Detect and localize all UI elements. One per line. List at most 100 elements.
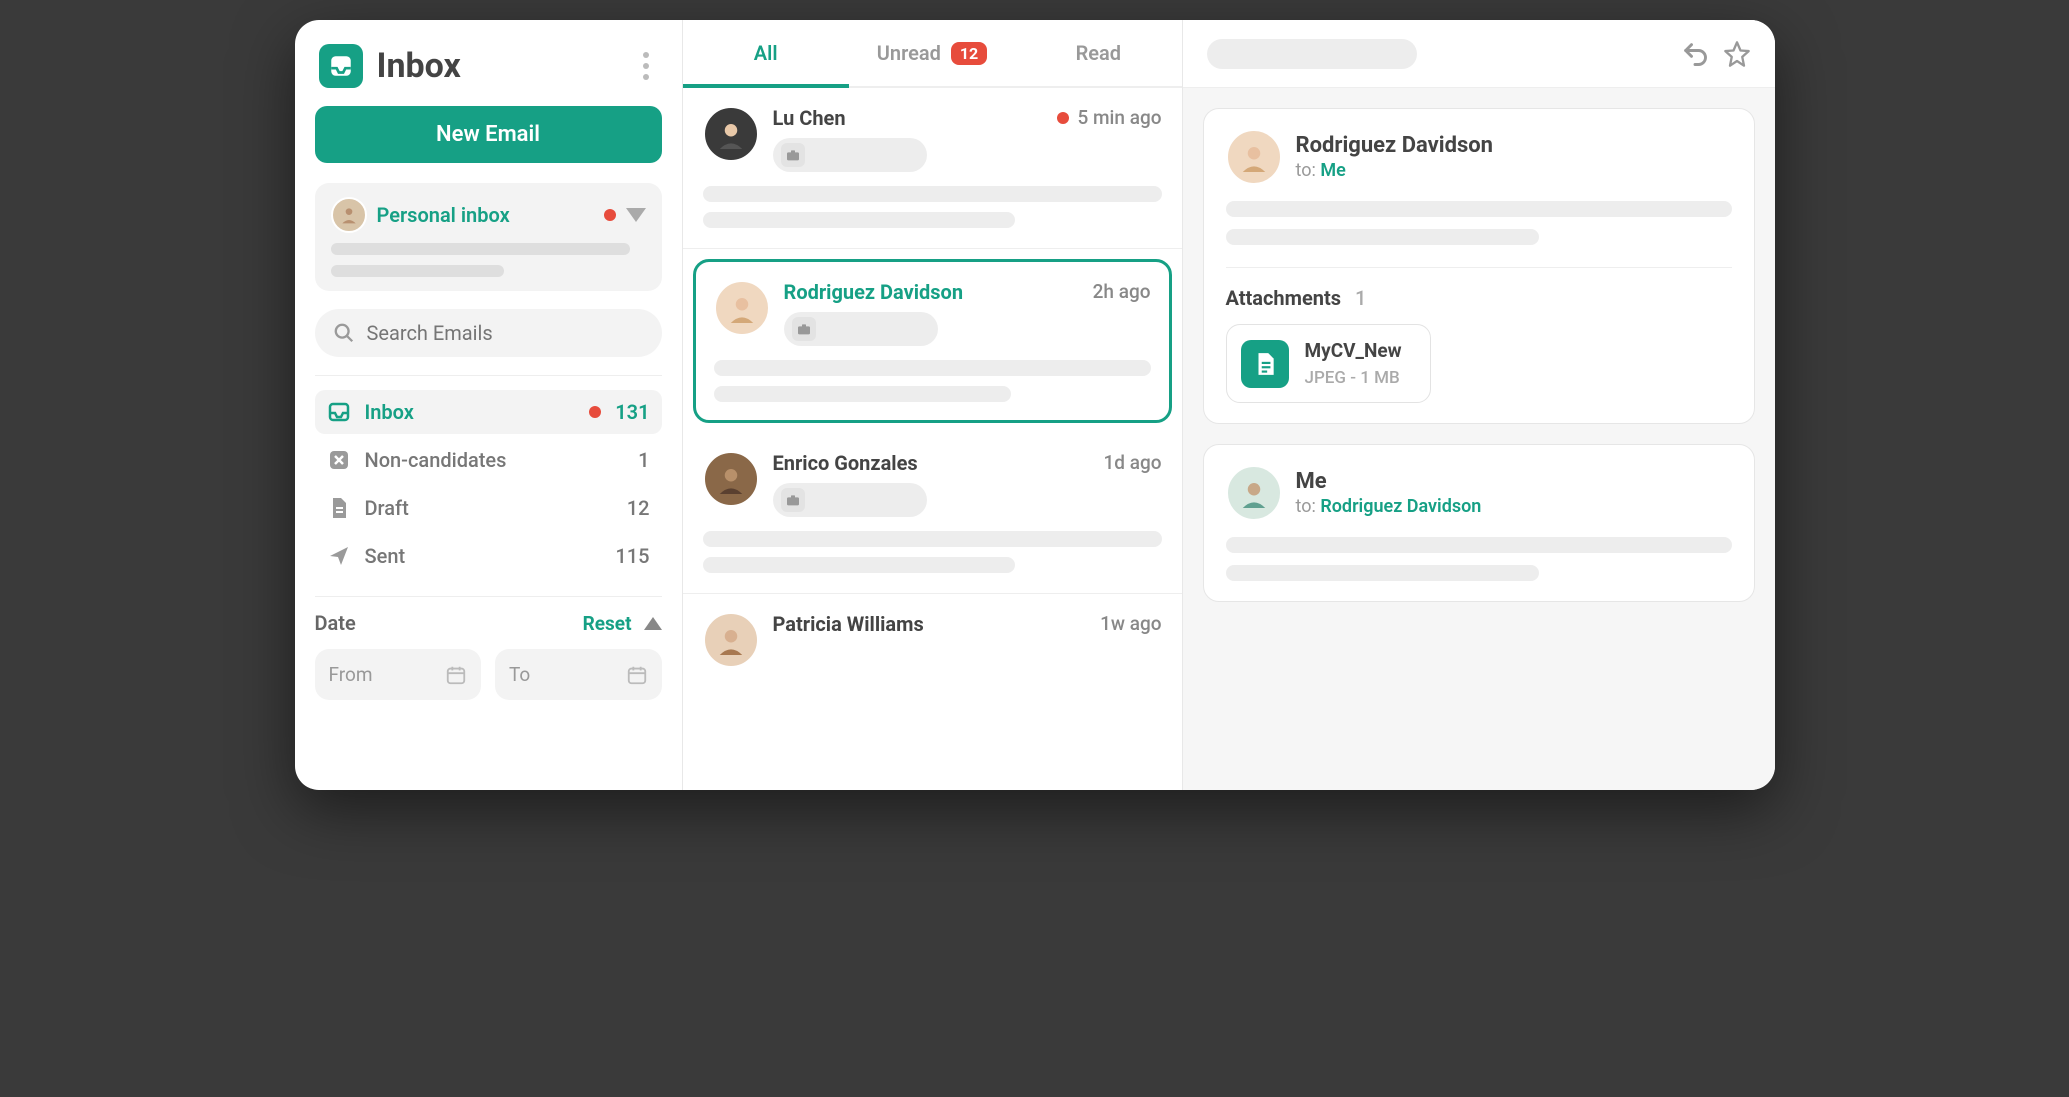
email-preview — [703, 186, 1162, 228]
date-from-input[interactable]: From — [315, 649, 482, 700]
folder-sent[interactable]: Sent 115 — [315, 534, 662, 578]
star-icon[interactable] — [1723, 40, 1751, 68]
unread-dot — [1057, 112, 1069, 124]
email-item[interactable]: Lu Chen 5 min ago — [683, 88, 1182, 249]
new-email-button[interactable]: New Email — [315, 106, 662, 163]
account-unread-dot — [604, 209, 616, 221]
email-tag — [784, 312, 938, 346]
unread-badge: 12 — [951, 42, 987, 65]
sender-name: Rodriguez Davidson — [784, 280, 1079, 304]
message-body — [1226, 201, 1732, 245]
sender-avatar — [714, 280, 770, 336]
folder-count: 12 — [627, 496, 650, 520]
divider — [1226, 267, 1732, 268]
search-box[interactable] — [315, 309, 662, 357]
x-box-icon — [327, 448, 351, 472]
account-selector[interactable]: Personal inbox — [315, 183, 662, 291]
sender-avatar — [703, 106, 759, 162]
placeholder-line — [824, 324, 924, 334]
send-icon — [327, 544, 351, 568]
attachments-count: 1 — [1355, 286, 1366, 310]
email-time: 5 min ago — [1057, 106, 1161, 129]
folder-list: Inbox 131 Non-candidates 1 Draft 12 Sent — [315, 390, 662, 578]
attachment-card[interactable]: MyCV_New JPEG - 1 MB — [1226, 324, 1431, 403]
tab-unread[interactable]: Unread 12 — [849, 20, 1015, 86]
sidebar: Inbox New Email Personal inbox — [295, 20, 683, 790]
divider — [315, 375, 662, 376]
email-preview — [714, 360, 1151, 402]
message-card: Me to: Rodriguez Davidson — [1203, 444, 1755, 602]
thread-body: Rodriguez Davidson to: Me Attachments 1 — [1183, 88, 1775, 790]
date-reset-button[interactable]: Reset — [583, 612, 632, 635]
sidebar-title: Inbox — [377, 46, 620, 86]
folder-non-candidates[interactable]: Non-candidates 1 — [315, 438, 662, 482]
message-card: Rodriguez Davidson to: Me Attachments 1 — [1203, 108, 1755, 424]
folder-label: Non-candidates — [365, 448, 625, 472]
tab-read[interactable]: Read — [1015, 20, 1181, 86]
account-avatar — [331, 197, 367, 233]
message-avatar — [1226, 465, 1282, 521]
folder-count: 131 — [615, 400, 649, 424]
tab-all[interactable]: All — [683, 20, 849, 86]
date-title: Date — [315, 611, 571, 635]
sidebar-body: New Email Personal inbox In — [295, 106, 682, 700]
sender-avatar — [703, 451, 759, 507]
more-menu-icon[interactable] — [634, 52, 658, 80]
attachments-header: Attachments 1 — [1226, 286, 1732, 310]
list-tabs: All Unread 12 Read — [683, 20, 1182, 88]
chevron-up-icon[interactable] — [644, 617, 662, 630]
message-avatar — [1226, 129, 1282, 185]
briefcase-icon — [792, 317, 816, 341]
attachment-name: MyCV_New — [1305, 339, 1402, 362]
date-from-label: From — [329, 663, 373, 686]
sender-name: Lu Chen — [773, 106, 1044, 130]
email-list: Lu Chen 5 min ago — [683, 88, 1182, 790]
sidebar-header: Inbox — [295, 20, 682, 106]
sender-name: Enrico Gonzales — [773, 451, 1090, 475]
email-preview — [703, 531, 1162, 573]
undo-icon[interactable] — [1681, 40, 1709, 68]
folder-unread-dot — [589, 406, 601, 418]
folder-count: 1 — [638, 448, 649, 472]
app-window: Inbox New Email Personal inbox — [295, 20, 1775, 790]
message-to: to: Me — [1296, 160, 1494, 181]
divider — [315, 596, 662, 597]
email-item[interactable]: Patricia Williams 1w ago — [683, 594, 1182, 688]
email-item[interactable]: Enrico Gonzales 1d ago — [683, 433, 1182, 594]
attachment-meta: JPEG - 1 MB — [1305, 368, 1402, 388]
file-icon — [327, 496, 351, 520]
date-filter: Date Reset From To — [315, 611, 662, 700]
folder-label: Sent — [365, 544, 602, 568]
placeholder-line — [331, 243, 630, 255]
email-time: 2h ago — [1093, 280, 1151, 303]
search-icon — [333, 322, 355, 344]
placeholder-line — [813, 495, 913, 505]
detail-panel: Rodriguez Davidson to: Me Attachments 1 — [1183, 20, 1775, 790]
folder-label: Draft — [365, 496, 613, 520]
email-time: 1d ago — [1103, 451, 1161, 474]
sender-avatar — [703, 612, 759, 668]
email-tag — [773, 483, 927, 517]
date-to-label: To — [509, 663, 530, 686]
folder-inbox[interactable]: Inbox 131 — [315, 390, 662, 434]
search-input[interactable] — [367, 321, 644, 345]
sender-name: Patricia Williams — [773, 612, 1087, 636]
email-list-panel: All Unread 12 Read Lu Chen — [683, 20, 1183, 790]
email-item-selected[interactable]: Rodriguez Davidson 2h ago — [693, 259, 1172, 423]
detail-search-placeholder[interactable] — [1207, 39, 1417, 69]
app-logo-icon — [319, 44, 363, 88]
folder-count: 115 — [615, 544, 649, 568]
message-from: Me — [1296, 469, 1482, 494]
chevron-down-icon — [626, 208, 646, 222]
date-to-input[interactable]: To — [495, 649, 662, 700]
message-from: Rodriguez Davidson — [1296, 133, 1494, 158]
calendar-icon — [626, 664, 648, 686]
folder-label: Inbox — [365, 400, 576, 424]
document-icon — [1241, 340, 1289, 388]
briefcase-icon — [781, 488, 805, 512]
account-name: Personal inbox — [377, 203, 594, 227]
briefcase-icon — [781, 143, 805, 167]
folder-draft[interactable]: Draft 12 — [315, 486, 662, 530]
message-to: to: Rodriguez Davidson — [1296, 496, 1482, 517]
placeholder-line — [813, 150, 913, 160]
